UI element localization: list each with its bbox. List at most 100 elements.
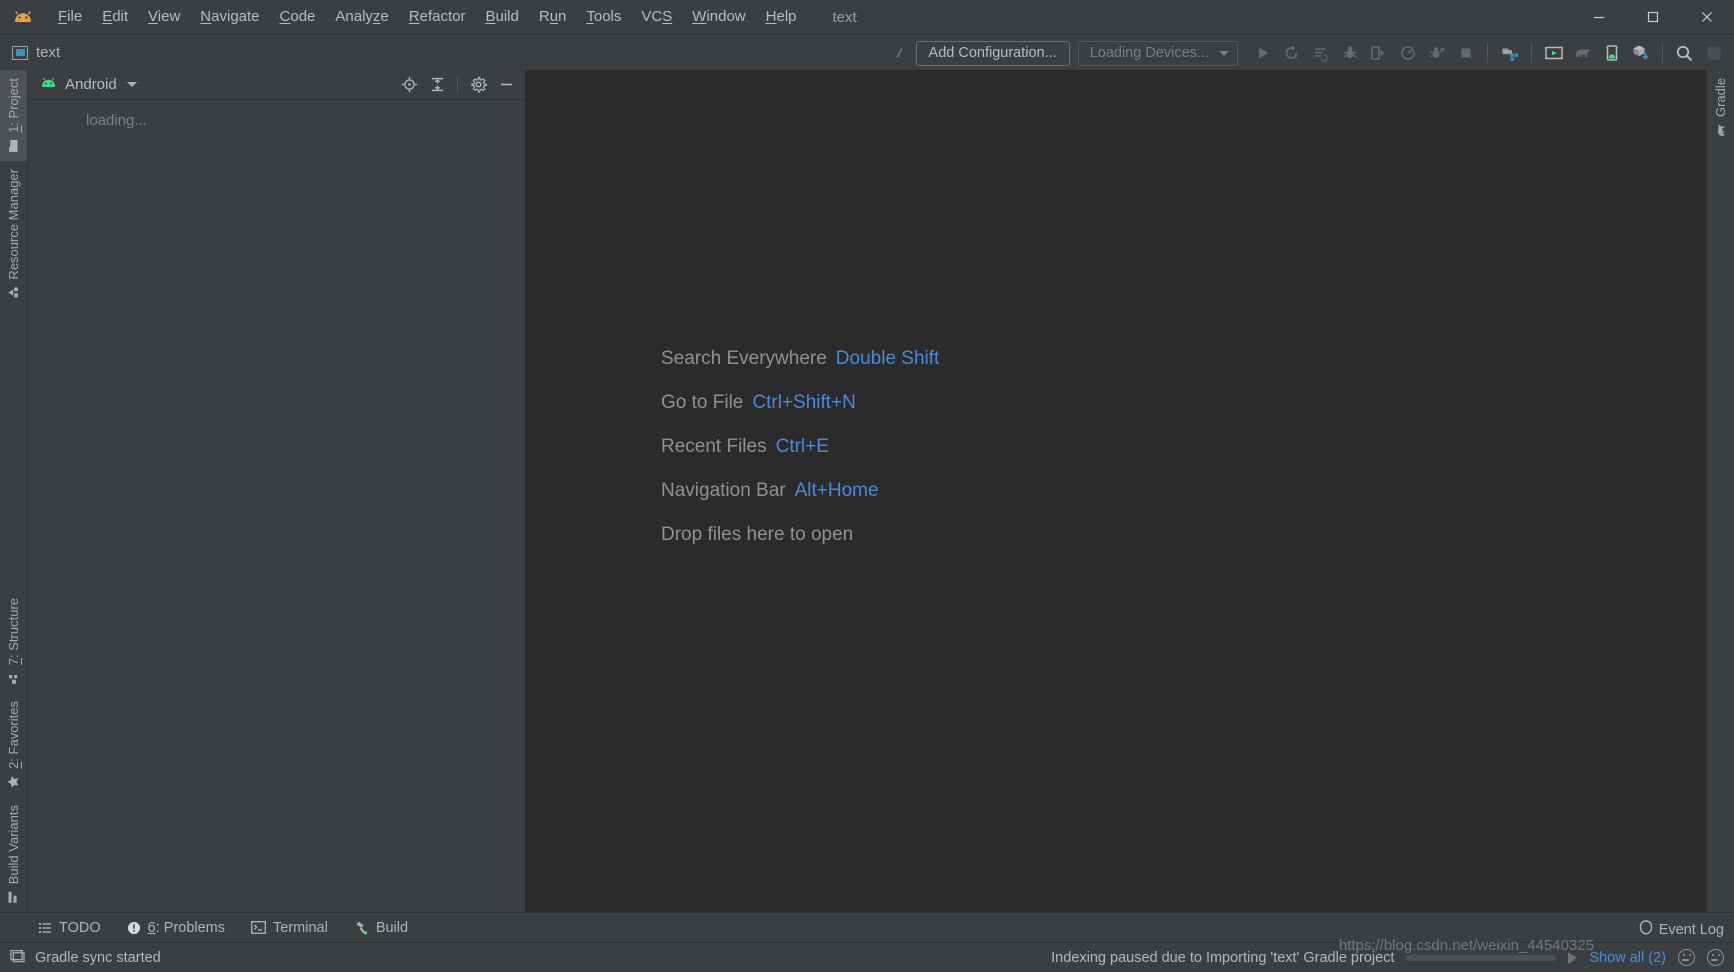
tip-label: Search Everywhere	[661, 348, 827, 369]
sidebar-item-structure[interactable]: 7: Structure	[0, 590, 27, 693]
device-selector-label: Loading Devices...	[1089, 45, 1209, 61]
menu-item-navigate[interactable]: Navigate	[190, 5, 269, 29]
tool-window-problems-label: 6: Problems	[147, 919, 226, 936]
left-rail-bottom: 7: Structure 2: Favorites Build Variants	[0, 590, 27, 912]
tip-shortcut: Double Shift	[835, 348, 940, 369]
editor-empty-area[interactable]: Search Everywhere Double Shift Go to Fil…	[526, 70, 1706, 912]
sad-face-icon[interactable]	[1707, 949, 1724, 966]
build-hammer-icon	[354, 921, 369, 935]
indexing-progress-bar	[1406, 954, 1557, 961]
window-title: text	[832, 8, 857, 26]
device-selector[interactable]: Loading Devices...	[1077, 40, 1238, 66]
debug-icon[interactable]	[1335, 38, 1364, 68]
main-toolbar: text Add Configuration... Loading Device…	[0, 34, 1734, 70]
project-scope-label: Android	[65, 76, 117, 93]
menu-item-run[interactable]: Run	[529, 5, 577, 29]
profiler-icon[interactable]	[1393, 38, 1422, 68]
tip-label: Navigation Bar	[661, 480, 786, 501]
event-log-label: Event Log	[1658, 922, 1724, 938]
breadcrumb-label: text	[36, 44, 61, 61]
project-tree[interactable]: loading...	[28, 100, 525, 912]
run-icon[interactable]	[1248, 38, 1277, 68]
structure-icon	[7, 671, 21, 685]
status-message: Gradle sync started	[35, 949, 161, 966]
select-opened-file-icon[interactable]	[396, 72, 422, 98]
sidebar-item-gradle-label: Gradle	[1713, 78, 1728, 118]
search-icon[interactable]	[1670, 38, 1699, 68]
event-log-icon	[1639, 920, 1653, 940]
menu-item-help[interactable]: Help	[756, 5, 807, 29]
android-head-icon	[40, 76, 57, 94]
stop-icon[interactable]	[1451, 38, 1480, 68]
menu-item-build[interactable]: Build	[475, 5, 528, 29]
tool-window-todo-label: TODO	[59, 919, 101, 936]
tool-window-build[interactable]: Build	[354, 920, 408, 936]
right-tool-rail: Gradle	[1706, 70, 1734, 912]
menu-item-vcs[interactable]: VCS	[631, 5, 682, 29]
tool-window-problems[interactable]: 6: Problems	[127, 920, 225, 936]
add-configuration-button[interactable]: Add Configuration...	[915, 40, 1070, 66]
problems-icon	[127, 921, 141, 935]
sidebar-item-resource-manager[interactable]: Resource Manager	[0, 161, 27, 308]
gradle-elephant-icon	[1714, 122, 1728, 138]
event-log-button[interactable]: Event Log	[1639, 920, 1724, 940]
show-all-link[interactable]: Show all (2)	[1589, 950, 1666, 966]
tool-window-todo[interactable]: TODO	[38, 920, 101, 936]
drop-files-hint: Drop files here to open	[661, 524, 854, 545]
menu-item-view[interactable]: View	[138, 5, 190, 29]
tip-label: Recent Files	[661, 436, 767, 457]
sidebar-item-gradle[interactable]: Gradle	[1707, 70, 1734, 145]
tip-shortcut: Ctrl+Shift+N	[752, 392, 856, 413]
apply-code-changes-icon[interactable]	[1306, 38, 1335, 68]
menu-item-tools[interactable]: Tools	[576, 5, 631, 29]
avd-manager-icon[interactable]	[1539, 38, 1568, 68]
terminal-icon	[251, 921, 266, 934]
apply-changes-icon[interactable]: A	[1277, 38, 1306, 68]
project-structure-icon[interactable]	[1495, 38, 1524, 68]
menu-item-code[interactable]: Code	[270, 5, 326, 29]
status-left: Gradle sync started	[10, 948, 161, 967]
close-icon[interactable]	[1680, 0, 1734, 34]
collapse-all-icon[interactable]	[424, 72, 450, 98]
run-with-coverage-icon[interactable]	[1422, 38, 1451, 68]
tip-shortcut: Alt+Home	[794, 480, 879, 501]
navigate-back-icon[interactable]	[887, 38, 916, 68]
project-tool-window: Android loading...	[28, 70, 526, 912]
build-variants-icon	[7, 890, 21, 904]
status-toggle-icon[interactable]	[10, 948, 25, 967]
left-tool-rail: 1: Project Resource Manager 7: Structure…	[0, 70, 28, 912]
sidebar-item-favorites[interactable]: 2: Favorites	[0, 693, 27, 797]
tool-window-terminal-label: Terminal	[273, 919, 328, 936]
menu-item-refactor[interactable]: Refactor	[399, 5, 476, 29]
download-dependencies-icon[interactable]	[1626, 38, 1655, 68]
menu-item-analyze[interactable]: Analyze	[325, 5, 398, 29]
happy-face-icon[interactable]	[1678, 949, 1695, 966]
indexing-status-text: Indexing paused due to Importing 'text' …	[1051, 949, 1395, 966]
tool-window-terminal[interactable]: Terminal	[251, 920, 328, 936]
layout-inspector-icon[interactable]	[1699, 38, 1728, 68]
sidebar-item-build-variants[interactable]: Build Variants	[0, 797, 27, 912]
settings-gear-icon[interactable]	[465, 72, 491, 98]
sdk-manager-icon[interactable]	[1597, 38, 1626, 68]
minimize-icon[interactable]	[1572, 0, 1626, 34]
tip-shortcut: Ctrl+E	[775, 436, 829, 457]
breadcrumb[interactable]: text	[12, 44, 60, 61]
hide-panel-icon[interactable]	[493, 72, 519, 98]
menu-item-file[interactable]: File	[48, 5, 92, 29]
stop-progress-icon[interactable]	[1568, 951, 1578, 964]
menu-item-edit[interactable]: Edit	[92, 5, 138, 29]
gradle-sync-icon[interactable]	[1568, 38, 1597, 68]
tool-window-bar: TODO 6: Problems Terminal Build Event Lo…	[0, 912, 1734, 942]
project-panel-header: Android	[28, 70, 525, 100]
tip-label: Go to File	[661, 392, 744, 413]
tip-go-to-file: Go to File Ctrl+Shift+N	[661, 392, 939, 414]
status-right: Indexing paused due to Importing 'text' …	[1051, 949, 1724, 966]
resource-manager-icon	[7, 285, 21, 299]
attach-debugger-icon[interactable]	[1364, 38, 1393, 68]
chevron-down-icon[interactable]	[126, 82, 137, 87]
tip-recent-files: Recent Files Ctrl+E	[661, 436, 939, 458]
menu-item-window[interactable]: Window	[682, 5, 755, 29]
tip-navigation-bar: Navigation Bar Alt+Home	[661, 480, 939, 502]
sidebar-item-project[interactable]: 1: Project	[0, 70, 27, 161]
maximize-icon[interactable]	[1626, 0, 1680, 34]
